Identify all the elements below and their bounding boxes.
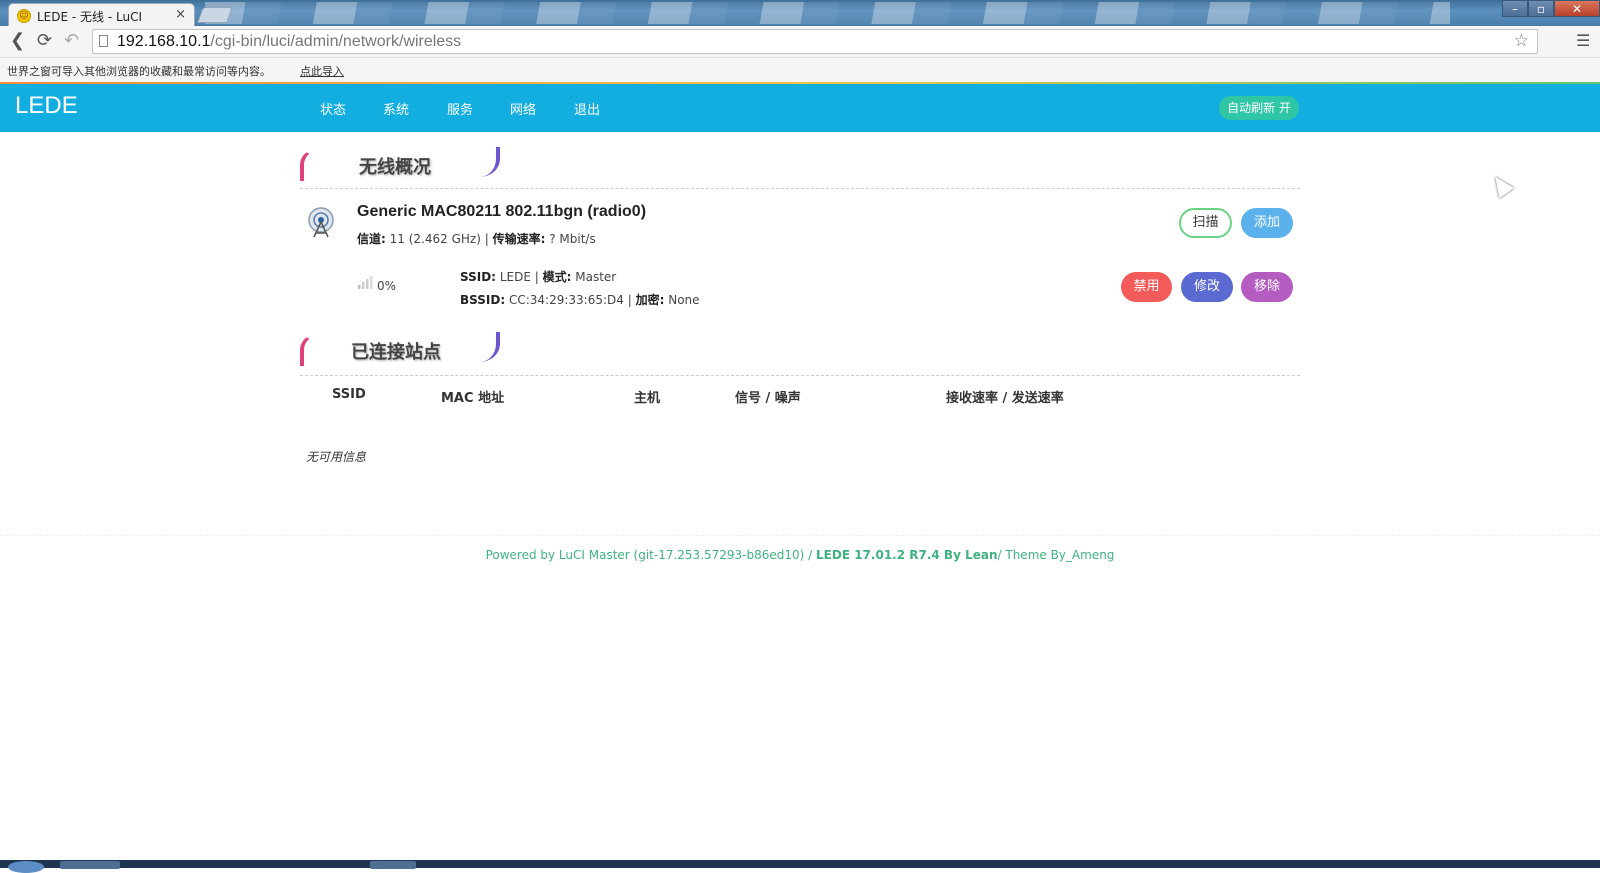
title-right-swoosh: [466, 147, 500, 177]
footer-lede-version: LEDE 17.01.2 R7.4 By Lean: [816, 548, 998, 562]
import-link[interactable]: 点此导入: [300, 63, 344, 79]
edit-button[interactable]: 修改: [1181, 272, 1233, 302]
title-left-swoosh: [300, 149, 334, 181]
address-url: 192.168.10.1/cgi-bin/luci/admin/network/…: [117, 33, 461, 51]
title-left-swoosh: [300, 334, 334, 366]
mode-label: 模式:: [542, 270, 572, 284]
star-icon[interactable]: ☆: [1514, 31, 1529, 51]
footer-theme: / Theme By_Ameng: [997, 548, 1115, 562]
nav-item-status[interactable]: 状态: [320, 99, 346, 118]
footer-divider: [0, 535, 1600, 536]
radio-name: Generic MAC80211 802.11bgn (radio0): [357, 203, 647, 220]
section-divider: [300, 375, 1300, 376]
disable-button[interactable]: 禁用: [1121, 272, 1172, 302]
remove-button[interactable]: 移除: [1241, 272, 1293, 302]
nav-item-logout[interactable]: 退出: [574, 99, 600, 118]
menu-icon[interactable]: ☰: [1576, 31, 1590, 50]
ssid-value: LEDE: [499, 270, 531, 284]
tab-close-icon[interactable]: ×: [175, 7, 186, 22]
auto-refresh-toggle[interactable]: 自动刷新 开: [1219, 96, 1299, 120]
channel-value: 11 (2.462 GHz): [389, 232, 481, 246]
ssid-line: SSID: LEDE | 模式: Master: [460, 268, 616, 285]
rate-value: ? Mbit/s: [549, 232, 596, 246]
start-button[interactable]: [8, 861, 44, 873]
encryption-label: 加密:: [635, 293, 665, 307]
nav-item-network[interactable]: 网络: [510, 99, 536, 118]
signal-bars-icon: [358, 276, 373, 289]
title-right-swoosh: [466, 332, 500, 362]
address-bar[interactable]: 192.168.10.1/cgi-bin/luci/admin/network/…: [92, 29, 1538, 54]
separator: |: [534, 270, 539, 284]
footer-powered[interactable]: Powered by LuCI Master (git-17.253.57293…: [486, 548, 816, 562]
channel-label: 信道:: [357, 232, 386, 246]
bssid-value: CC:34:29:33:65:D4: [508, 293, 624, 307]
browser-tab[interactable]: ☺ LEDE - 无线 - LuCI ×: [8, 3, 195, 27]
brand-logo[interactable]: LEDE: [15, 92, 78, 120]
scan-button[interactable]: 扫描: [1179, 208, 1232, 238]
browser-toolbar: ❮ ⟳ ↶ 192.168.10.1/cgi-bin/luci/admin/ne…: [0, 26, 1600, 58]
column-header-signal-noise: 信号 / 噪声: [735, 391, 801, 406]
ssid-label: SSID:: [460, 270, 496, 284]
section-divider: [300, 188, 1300, 189]
column-header-host: 主机: [634, 391, 661, 406]
reload-icon[interactable]: ⟳: [37, 32, 52, 50]
separator: |: [627, 293, 632, 307]
separator: |: [484, 232, 489, 246]
encryption-value: None: [668, 293, 700, 307]
titlebar-background: [205, 2, 1450, 24]
luci-navbar: LEDE 状态 系统 服务 网络 退出 自动刷新 开: [0, 84, 1600, 132]
page-icon: [99, 35, 108, 47]
nav-item-system[interactable]: 系统: [383, 99, 409, 118]
radio-info: 信道: 11 (2.462 GHz) | 传输速率: ? Mbit/s: [357, 230, 596, 247]
bssid-label: BSSID:: [460, 293, 506, 307]
no-info-message: 无可用信息: [306, 450, 367, 464]
column-header-mac: MAC 地址: [441, 391, 505, 406]
window-close-button[interactable]: ✕: [1554, 0, 1600, 17]
lede-favicon-icon: ☺: [17, 9, 31, 23]
rate-label: 传输速率:: [492, 232, 546, 246]
minimize-button[interactable]: –: [1502, 0, 1528, 17]
signal-percent: 0%: [377, 279, 397, 293]
bssid-line: BSSID: CC:34:29:33:65:D4 | 加密: None: [460, 291, 700, 308]
infobar-message: 世界之窗可导入其他浏览器的收藏和最常访问等内容。: [7, 65, 271, 78]
browser-titlebar: ☺ LEDE - 无线 - LuCI × – ▫ ✕: [0, 0, 1600, 27]
add-button[interactable]: 添加: [1241, 208, 1293, 238]
url-path: /cgi-bin/luci/admin/network/wireless: [210, 33, 462, 50]
back-arrow-icon[interactable]: ❮: [10, 32, 25, 50]
import-infobar: 世界之窗可导入其他浏览器的收藏和最常访问等内容。 点此导入: [0, 58, 1600, 82]
undo-icon[interactable]: ↶: [64, 32, 79, 50]
mode-value: Master: [575, 270, 617, 284]
tab-title: LEDE - 无线 - LuCI: [37, 10, 143, 24]
mouse-cursor: [1487, 171, 1515, 199]
wireless-overview-title: 无线概况: [359, 157, 431, 178]
wireless-antenna-icon: [308, 207, 334, 238]
restore-button[interactable]: ▫: [1528, 0, 1554, 17]
page-footer: Powered by LuCI Master (git-17.253.57293…: [0, 548, 1600, 562]
column-header-ssid: SSID: [332, 387, 366, 402]
nav-item-services[interactable]: 服务: [447, 99, 473, 118]
window-controls: – ▫ ✕: [1502, 0, 1600, 18]
stations-title: 已连接站点: [351, 342, 441, 363]
new-tab-button[interactable]: [197, 7, 233, 23]
column-header-rx-tx-rate: 接收速率 / 发送速率: [946, 391, 1064, 406]
os-taskbar: [0, 860, 1600, 873]
url-host: 192.168.10.1: [117, 33, 211, 50]
